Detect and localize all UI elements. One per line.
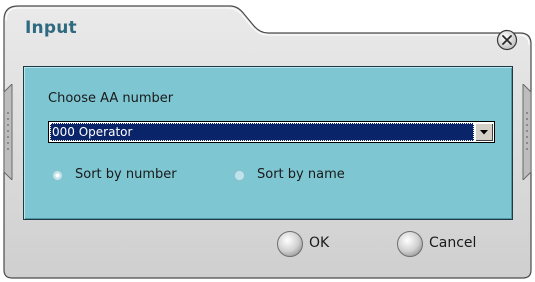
sort-by-name-label: Sort by name (257, 167, 345, 182)
cancel-button[interactable]: Cancel (396, 230, 501, 258)
close-icon (496, 29, 518, 51)
aa-number-selected-value: 000 Operator (50, 123, 474, 141)
close-button[interactable] (495, 28, 519, 52)
aa-number-select[interactable]: 000 Operator (48, 121, 495, 143)
button-orb-icon (277, 231, 303, 257)
chevron-down-icon (480, 130, 488, 135)
radio-checked-icon (52, 170, 63, 181)
content-panel: Choose AA number 000 Operator Sort by nu… (23, 66, 513, 220)
button-orb-icon (397, 231, 423, 257)
cancel-button-label: Cancel (429, 235, 477, 251)
input-dialog: Input Choose AA number 000 Operator Sort… (0, 0, 535, 282)
right-resize-handle[interactable] (521, 82, 533, 182)
sort-by-number-label: Sort by number (75, 167, 177, 182)
dialog-title: Input (25, 18, 77, 38)
left-resize-handle[interactable] (2, 82, 14, 182)
ok-button[interactable]: OK (276, 230, 346, 258)
ok-button-label: OK (309, 235, 330, 251)
aa-number-label: Choose AA number (48, 91, 174, 106)
dropdown-button[interactable] (475, 123, 493, 141)
radio-unchecked-icon (234, 170, 245, 181)
